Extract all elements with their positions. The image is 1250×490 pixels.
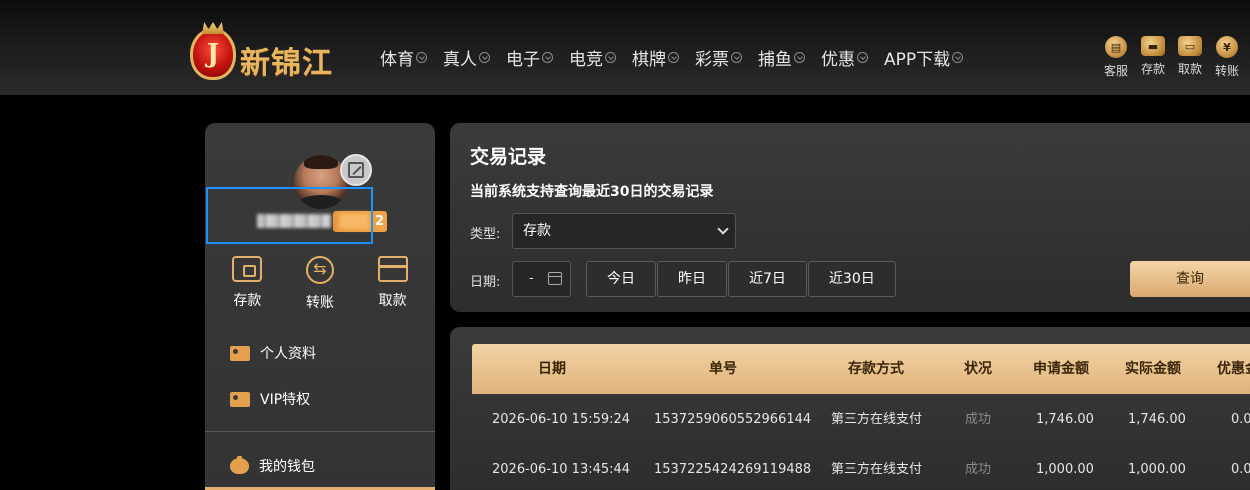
coin-icon: ¥ [1216, 36, 1238, 58]
cell-method: 第三方在线支付 [831, 412, 923, 427]
id-card-icon [230, 345, 250, 361]
sidebar-item-profile[interactable]: 个人资料 [230, 343, 316, 363]
wallet-actions: 存款 转账 取款 [205, 256, 435, 312]
wallet-icon [232, 256, 263, 282]
chevron-down-icon [605, 52, 616, 63]
wallet-icon: ▬ [1141, 36, 1165, 56]
chat-icon: ▤ [1105, 36, 1127, 58]
cell-status: 成功 [965, 462, 992, 477]
column-header-status: 状况 [964, 361, 992, 377]
chevron-down-icon [479, 52, 490, 63]
chevron-down-icon [857, 52, 868, 63]
quick-support-button[interactable]: ▤ 客服 [1098, 36, 1134, 79]
logo-text: 新锦江 [240, 46, 333, 81]
cell-bonus: 0.0 [1231, 462, 1250, 477]
cell-order-no: 1537225424269119488 [654, 462, 812, 477]
cell-requested: 1,746.00 [1036, 412, 1094, 427]
cell-date: 2026-06-10 13:45:44 [492, 462, 631, 477]
range-7days-button[interactable]: 近7日 [728, 261, 807, 297]
quick-withdraw-button[interactable]: ▭ 取款 [1172, 36, 1208, 77]
cell-requested: 1,000.00 [1036, 462, 1094, 477]
cell-order-no: 1537259060552966144 [654, 412, 812, 427]
table-row: 2026-06-10 13:45:44 1537225424269119488 … [472, 445, 1250, 490]
date-range-buttons: 今日 昨日 近7日 近30日 [586, 261, 897, 297]
cell-bonus: 0.0 [1231, 412, 1250, 427]
nav-item-lottery[interactable]: 彩票 [695, 45, 742, 70]
table-header: 日期 单号 存款方式 状况 申请金额 实际金额 优惠金 [472, 344, 1250, 394]
top-header: J 新锦江 体育 真人 电子 电竞 棋牌 彩票 捕鱼 优惠 APP下载 ▤ 客服… [0, 0, 1250, 95]
main-nav: 体育 真人 电子 电竞 棋牌 彩票 捕鱼 优惠 APP下载 [380, 45, 979, 70]
column-header-bonus: 优惠金 [1217, 361, 1250, 377]
nav-item-fishing[interactable]: 捕鱼 [758, 45, 805, 70]
logo-badge-icon: J [190, 28, 236, 80]
edit-avatar-icon[interactable] [340, 154, 372, 186]
sidebar-transfer-button[interactable]: 转账 [290, 256, 350, 312]
calendar-icon [548, 272, 562, 285]
cell-actual: 1,746.00 [1128, 412, 1186, 427]
range-today-button[interactable]: 今日 [586, 261, 656, 297]
type-label: 类型: [470, 227, 501, 242]
account-sidebar: 2 存款 转账 取款 个人资料 VIP特权 我的钱包 [205, 123, 435, 490]
nav-item-esports[interactable]: 电竞 [569, 45, 616, 70]
chevron-down-icon [952, 52, 964, 63]
column-header-requested: 申请金额 [1033, 361, 1089, 377]
sidebar-item-vip[interactable]: VIP特权 [230, 389, 310, 409]
selection-highlight-box [206, 187, 373, 244]
transaction-filter-card: 交易记录 当前系统支持查询最近30日的交易记录 类型: 存款 日期: - 今日 … [450, 123, 1250, 312]
cell-actual: 1,000.00 [1128, 462, 1186, 477]
date-label: 日期: [470, 275, 501, 290]
nav-item-promotions[interactable]: 优惠 [821, 45, 868, 70]
nav-item-app-download[interactable]: APP下载 [884, 45, 964, 70]
nav-item-live[interactable]: 真人 [443, 45, 490, 70]
quick-transfer-button[interactable]: ¥ 转账 [1209, 36, 1245, 79]
table-row: 2026-06-10 15:59:24 1537259060552966144 … [472, 395, 1250, 445]
column-header-actual: 实际金额 [1125, 361, 1181, 377]
sidebar-withdraw-button[interactable]: 取款 [363, 256, 423, 312]
site-logo[interactable]: J 新锦江 [190, 28, 355, 82]
column-header-date: 日期 [538, 361, 566, 377]
chevron-down-icon [542, 52, 553, 63]
transfer-icon [305, 256, 334, 284]
cell-status: 成功 [965, 412, 992, 427]
page-title: 交易记录 [470, 146, 547, 168]
sidebar-item-wallet[interactable]: 我的钱包 [230, 456, 315, 476]
chevron-down-icon [794, 52, 805, 63]
column-header-method: 存款方式 [848, 361, 904, 377]
briefcase-icon: ▭ [1178, 36, 1202, 56]
nav-item-cards[interactable]: 棋牌 [632, 45, 679, 70]
page-subtitle: 当前系统支持查询最近30日的交易记录 [470, 184, 714, 200]
piggy-bank-icon [230, 456, 249, 474]
chevron-down-icon [668, 52, 679, 63]
transaction-table-card: 日期 单号 存款方式 状况 申请金额 实际金额 优惠金 2026-06-10 1… [450, 327, 1250, 490]
range-30days-button[interactable]: 近30日 [807, 261, 896, 297]
nav-item-slots[interactable]: 电子 [506, 45, 553, 70]
column-header-order-no: 单号 [709, 361, 737, 377]
chevron-down-icon [416, 52, 427, 63]
quick-deposit-button[interactable]: ▬ 存款 [1135, 36, 1171, 77]
query-button[interactable]: 查询 [1130, 261, 1250, 297]
date-range-input[interactable]: - [512, 261, 571, 297]
sidebar-deposit-button[interactable]: 存款 [217, 256, 277, 312]
range-yesterday-button[interactable]: 昨日 [657, 261, 727, 297]
cell-method: 第三方在线支付 [831, 462, 923, 477]
sidebar-divider [205, 431, 435, 432]
nav-item-sports[interactable]: 体育 [380, 45, 427, 70]
type-select[interactable]: 存款 [512, 213, 736, 249]
card-icon [377, 256, 408, 282]
chevron-down-icon [731, 52, 742, 63]
vip-card-icon [230, 391, 250, 407]
cell-date: 2026-06-10 15:59:24 [492, 412, 631, 427]
